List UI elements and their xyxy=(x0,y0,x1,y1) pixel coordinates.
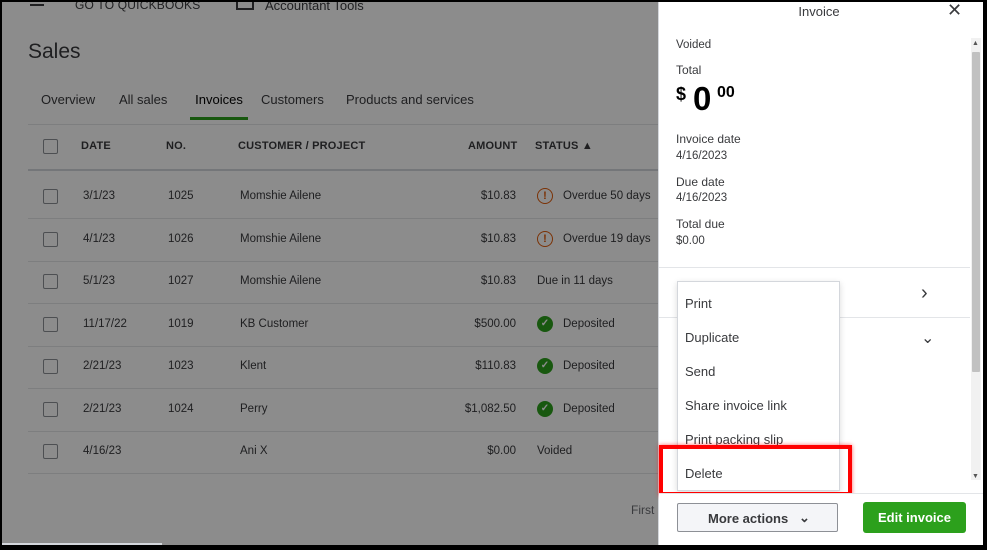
invoice-date-label: Invoice date xyxy=(676,132,741,146)
chevron-right-icon[interactable]: › xyxy=(921,282,928,305)
total-cents: 00 xyxy=(717,84,735,101)
scroll-down-arrow-icon[interactable]: ▼ xyxy=(972,473,979,480)
invoice-panel: Invoice ✕ ▲ ▼ Voided Total $ 0 00 Invoic… xyxy=(658,2,983,545)
invoice-status: Voided xyxy=(676,39,712,51)
more-actions-menu: Print Duplicate Send Share invoice link … xyxy=(677,281,840,491)
menu-item-delete[interactable]: Delete xyxy=(685,466,723,481)
menu-item-print[interactable]: Print xyxy=(685,296,712,311)
app-window: GO TO QUICKBOOKS Accountant Tools Sales … xyxy=(2,2,983,545)
invoice-date-value: 4/16/2023 xyxy=(676,150,728,162)
total-due-label: Total due xyxy=(676,217,725,231)
total-currency: $ xyxy=(676,84,687,104)
panel-scroll-thumb[interactable] xyxy=(972,52,980,372)
menu-item-duplicate[interactable]: Duplicate xyxy=(685,330,739,345)
total-due-value: $0.00 xyxy=(676,235,705,247)
chevron-down-icon[interactable]: ⌄ xyxy=(921,328,934,348)
menu-item-send[interactable]: Send xyxy=(685,364,715,379)
divider xyxy=(659,267,970,268)
menu-item-share-invoice-link[interactable]: Share invoice link xyxy=(685,398,787,413)
more-actions-button[interactable]: More actions ⌄ xyxy=(677,503,838,532)
total-whole: 0 xyxy=(693,80,712,117)
sales-page: GO TO QUICKBOOKS Accountant Tools Sales … xyxy=(2,2,668,545)
menu-item-print-packing-slip[interactable]: Print packing slip xyxy=(685,432,783,447)
scroll-up-arrow-icon[interactable]: ▲ xyxy=(972,40,979,47)
modal-overlay[interactable] xyxy=(2,2,658,545)
panel-footer: More actions ⌄ Edit invoice xyxy=(659,493,983,545)
panel-title: Invoice xyxy=(798,4,840,19)
due-date-label: Due date xyxy=(676,175,725,189)
due-date-value: 4/16/2023 xyxy=(676,192,728,204)
close-icon[interactable]: ✕ xyxy=(947,2,962,21)
chevron-down-icon: ⌄ xyxy=(799,510,810,525)
edit-invoice-button[interactable]: Edit invoice xyxy=(863,502,966,533)
total-label: Total xyxy=(676,63,702,77)
horizontal-scrollbar[interactable] xyxy=(2,543,162,545)
more-actions-label: More actions xyxy=(708,511,789,526)
